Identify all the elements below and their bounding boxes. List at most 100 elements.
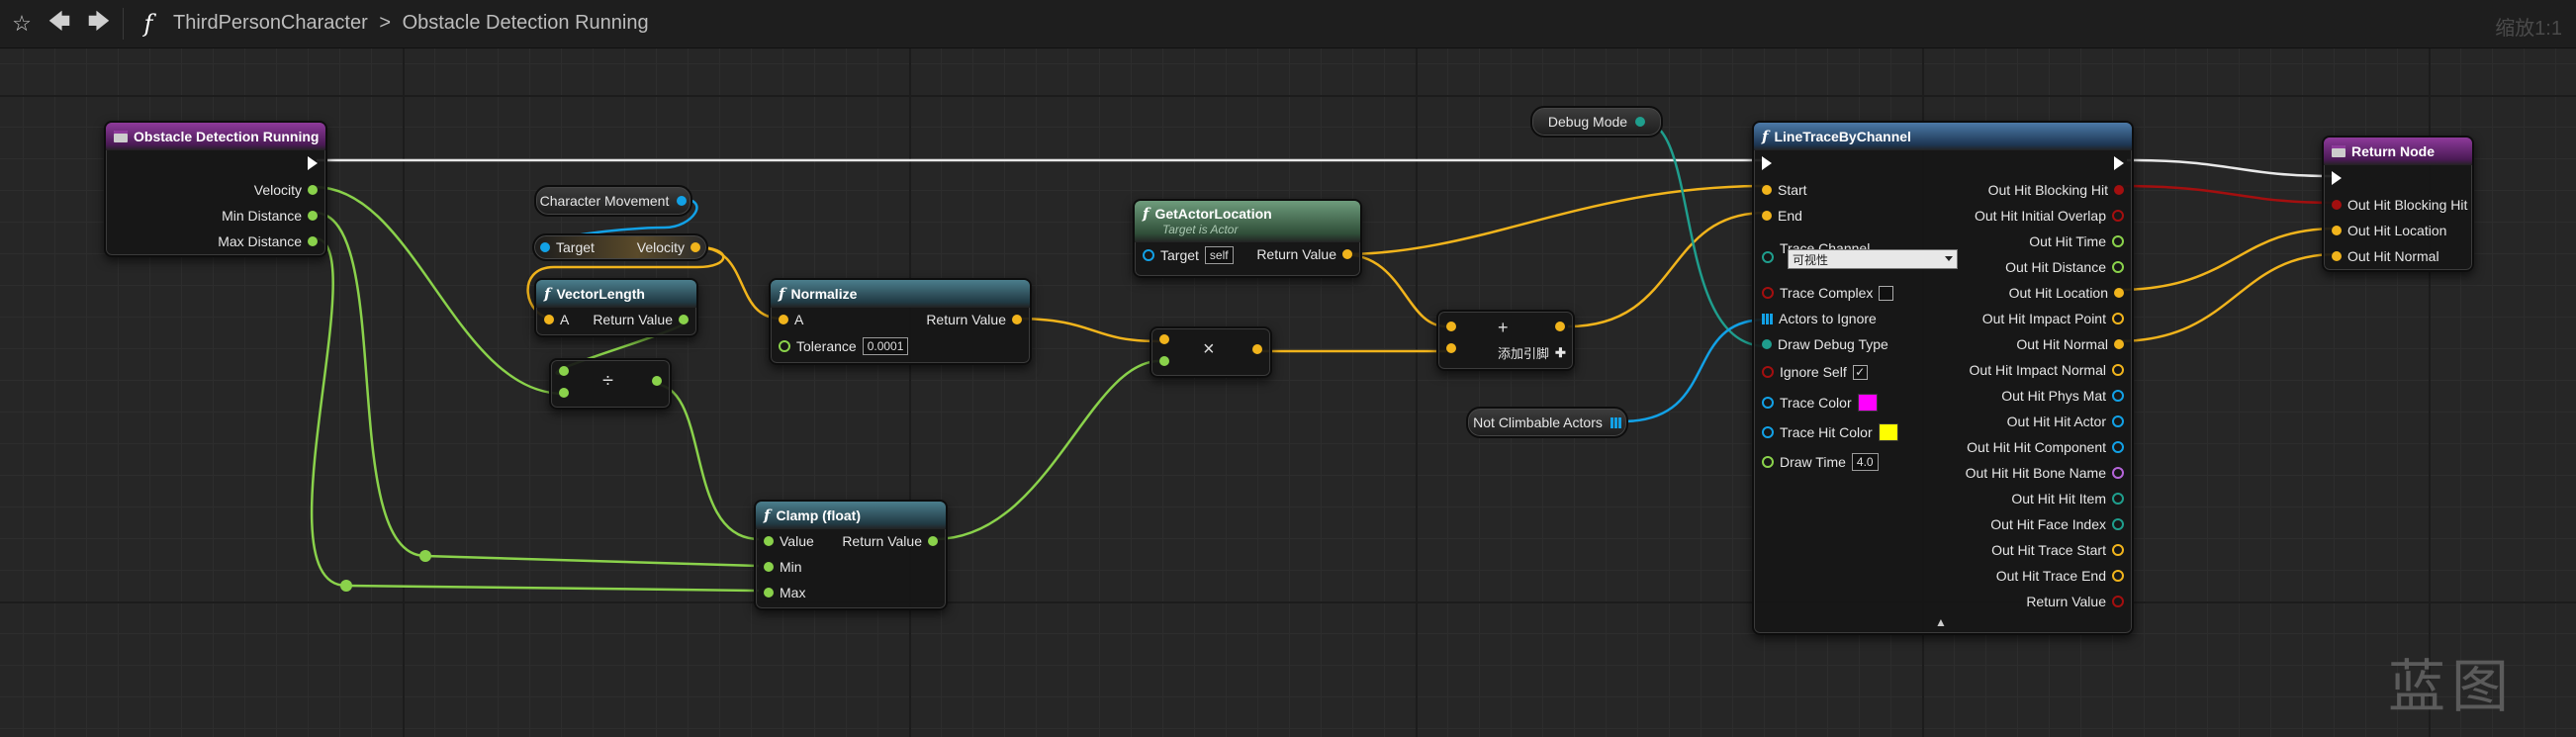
ignore-self-checkbox[interactable]: ✓: [1852, 364, 1868, 380]
velocity-out-pin[interactable]: [690, 242, 700, 252]
function-entry-node[interactable]: Obstacle Detection Running Velocity Min …: [104, 121, 327, 257]
divide-node[interactable]: ÷: [549, 358, 672, 410]
add-node[interactable]: + 添加引脚 ✚: [1436, 310, 1575, 371]
clamp-node[interactable]: f Clamp (float) Value Return Value Min Ma…: [754, 500, 948, 610]
pin-b[interactable]: [1446, 343, 1456, 353]
pin-label: Out Hit Hit Component: [1967, 439, 2106, 455]
pin-out-hit-hit-bone-name[interactable]: Out Hit Hit Bone Name: [1966, 465, 2124, 481]
exec-in-pin[interactable]: [1762, 156, 1772, 170]
pin-out-hit-blocking-hit[interactable]: Out Hit Blocking Hit: [1988, 182, 2124, 198]
trace-hit-color-swatch[interactable]: [1878, 423, 1898, 441]
pin-label: Velocity: [636, 239, 685, 255]
pin-target[interactable]: Target self: [1143, 246, 1234, 264]
pin-out-hit-blocking-hit[interactable]: Out Hit Blocking Hit: [2332, 197, 2467, 213]
line-trace-by-channel-node[interactable]: f LineTraceByChannel Start End Trace Chan…: [1752, 121, 2134, 635]
pin-out-hit-impact-normal[interactable]: Out Hit Impact Normal: [1970, 362, 2124, 378]
object-out-pin[interactable]: [677, 196, 688, 206]
return-node[interactable]: Return Node Out Hit Blocking Hit Out Hit…: [2322, 136, 2474, 272]
pin-out-hit-distance[interactable]: Out Hit Distance: [2005, 259, 2124, 275]
collapse-arrow-icon[interactable]: ▲: [1935, 615, 1947, 629]
pin-velocity[interactable]: Velocity: [254, 182, 318, 198]
pin-trace-complex[interactable]: Trace Complex: [1762, 285, 1894, 301]
not-climbable-actors-getter[interactable]: Not Climbable Actors: [1466, 407, 1628, 438]
pin-label: Out Hit Normal: [2347, 248, 2439, 264]
vector-length-node[interactable]: f VectorLength A Return Value: [534, 278, 698, 337]
pin-start[interactable]: Start: [1762, 182, 1807, 198]
tolerance-field[interactable]: 0.0001: [862, 337, 909, 355]
pin-ignore-self[interactable]: Ignore Self ✓: [1762, 364, 1868, 380]
node-header: f Clamp (float): [756, 502, 946, 529]
add-pin-button[interactable]: 添加引脚 ✚: [1498, 343, 1566, 362]
pin-out-hit-location[interactable]: Out Hit Location: [2009, 285, 2124, 301]
pin-out-hit-trace-end[interactable]: Out Hit Trace End: [1996, 568, 2124, 584]
pin-tolerance[interactable]: Tolerance 0.0001: [779, 337, 909, 355]
pin-return[interactable]: Return Value: [842, 533, 938, 549]
pin-b[interactable]: [1159, 356, 1169, 366]
node-title: Clamp (float): [776, 507, 862, 523]
pin-return[interactable]: Return Value: [593, 312, 689, 327]
pin-return[interactable]: Return Value: [926, 312, 1022, 327]
trace-color-swatch[interactable]: [1857, 394, 1878, 412]
breadcrumb-class[interactable]: ThirdPersonCharacter: [173, 12, 368, 34]
pin-a[interactable]: [559, 366, 569, 376]
pin-out-hit-normal[interactable]: Out Hit Normal: [2016, 336, 2124, 352]
enum-out-pin[interactable]: [1635, 117, 1646, 127]
pin-out-hit-phys-mat[interactable]: Out Hit Phys Mat: [2001, 388, 2124, 404]
pin-label: Out Hit Location: [2347, 223, 2447, 238]
pin-end[interactable]: End: [1762, 208, 1802, 224]
exec-out-pin[interactable]: [308, 156, 318, 170]
node-label: Not Climbable Actors: [1473, 415, 1603, 430]
pin-a[interactable]: [1159, 334, 1169, 344]
target-pin[interactable]: [540, 242, 550, 252]
get-velocity-node[interactable]: Target Velocity: [532, 233, 708, 261]
pin-draw-debug-type[interactable]: Draw Debug Type: [1762, 336, 1888, 352]
pin-b[interactable]: [559, 388, 569, 398]
trace-complex-checkbox[interactable]: [1879, 285, 1894, 301]
pin-return[interactable]: [1252, 344, 1262, 354]
star-icon[interactable]: ☆: [6, 8, 38, 40]
pin-min-distance[interactable]: Min Distance: [222, 208, 318, 224]
multiply-node[interactable]: ×: [1150, 326, 1272, 378]
exec-out-pin[interactable]: [2114, 156, 2124, 170]
pin-return[interactable]: Return Value: [1256, 246, 1352, 262]
pin-out-hit-face-index[interactable]: Out Hit Face Index: [1990, 516, 2124, 532]
pin-out-hit-impact-point[interactable]: Out Hit Impact Point: [1982, 311, 2124, 326]
pin-out-hit-initial-overlap[interactable]: Out Hit Initial Overlap: [1975, 208, 2124, 224]
pin-out-hit-hit-component[interactable]: Out Hit Hit Component: [1967, 439, 2124, 455]
pin-value[interactable]: Value: [764, 533, 814, 549]
pin-out-hit-normal[interactable]: Out Hit Normal: [2332, 248, 2439, 264]
pin-return[interactable]: [652, 376, 662, 386]
pin-max[interactable]: Max: [764, 585, 805, 600]
pin-out-hit-trace-start[interactable]: Out Hit Trace Start: [1991, 542, 2124, 558]
trace-channel-dropdown[interactable]: 可视性: [1788, 249, 1958, 269]
pin-label: Return Value: [593, 312, 673, 327]
pin-actors-to-ignore[interactable]: Actors to Ignore: [1762, 311, 1877, 326]
pin-trace-color[interactable]: Trace Color: [1762, 394, 1878, 412]
debug-mode-getter[interactable]: Debug Mode: [1530, 106, 1663, 138]
pin-out-hit-time[interactable]: Out Hit Time: [2029, 233, 2124, 249]
pin-out-hit-hit-actor[interactable]: Out Hit Hit Actor: [2007, 414, 2124, 429]
forward-arrow-icon[interactable]: 🡆: [83, 8, 115, 40]
pin-label: Out Hit Location: [2008, 285, 2108, 301]
array-out-pin[interactable]: [1610, 416, 1621, 428]
pin-label: Trace Complex: [1780, 285, 1874, 301]
get-actor-location-node[interactable]: f GetActorLocation Target is Actor Target…: [1133, 199, 1362, 278]
breadcrumb-function[interactable]: Obstacle Detection Running: [403, 12, 649, 34]
pin-a[interactable]: [1446, 322, 1456, 331]
pin-a[interactable]: A: [779, 312, 803, 327]
pin-out-hit-location[interactable]: Out Hit Location: [2332, 223, 2446, 238]
draw-time-field[interactable]: 4.0: [1851, 453, 1879, 471]
pin-max-distance[interactable]: Max Distance: [218, 233, 318, 249]
back-arrow-icon[interactable]: 🡄: [44, 8, 75, 40]
character-movement-getter[interactable]: Character Movement: [534, 185, 692, 217]
pin-draw-time[interactable]: Draw Time 4.0: [1762, 453, 1879, 471]
pin-label: Return Value: [1256, 246, 1336, 262]
pin-return[interactable]: [1555, 322, 1565, 331]
pin-a[interactable]: A: [544, 312, 569, 327]
pin-min[interactable]: Min: [764, 559, 802, 575]
exec-in-pin[interactable]: [2332, 171, 2342, 185]
pin-trace-hit-color[interactable]: Trace Hit Color: [1762, 423, 1898, 441]
normalize-node[interactable]: f Normalize A Return Value Tolerance 0.000…: [769, 278, 1032, 365]
pin-out-hit-hit-item[interactable]: Out Hit Hit Item: [2011, 491, 2124, 507]
pin-return-value[interactable]: Return Value: [2026, 594, 2124, 609]
